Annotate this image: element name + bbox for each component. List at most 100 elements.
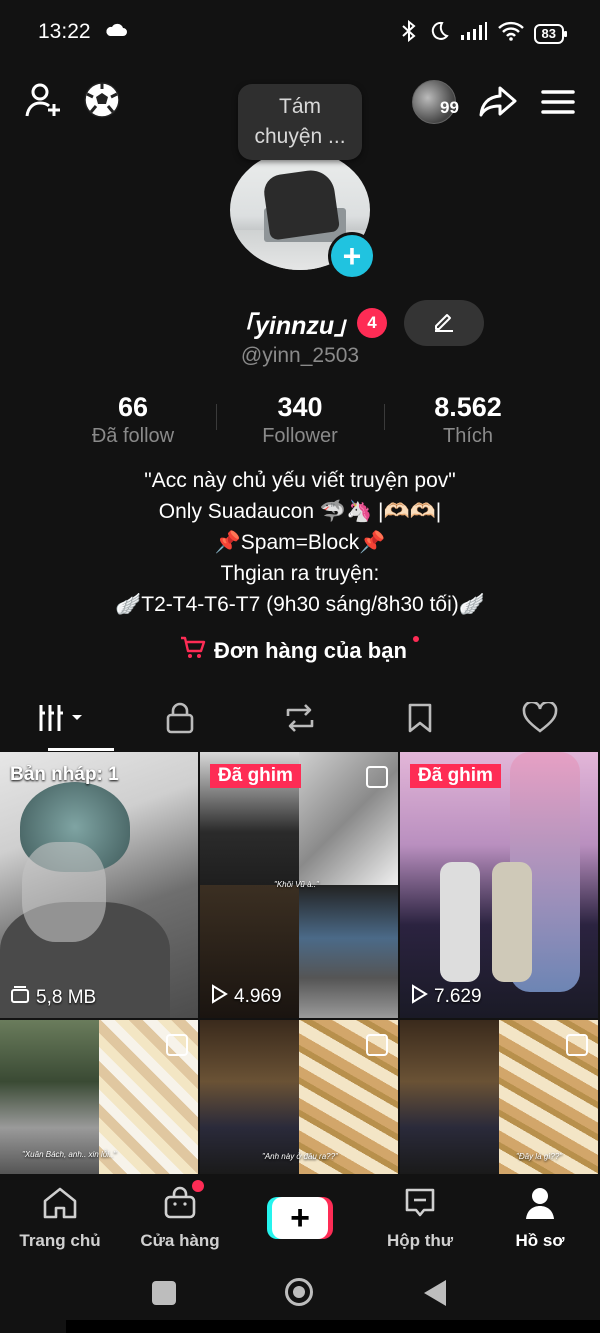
followers-label: Follower xyxy=(262,425,338,447)
home-button[interactable] xyxy=(285,1278,313,1306)
display-name: 「yinnzu」 xyxy=(230,312,360,340)
stat-followers[interactable]: 340 Follower xyxy=(220,392,380,448)
following-label: Đã follow xyxy=(91,425,175,447)
play-icon xyxy=(410,984,428,1010)
nav-create[interactable]: + xyxy=(240,1174,360,1262)
multi-photo-icon xyxy=(166,1034,188,1056)
status-icons: 83 xyxy=(400,19,568,47)
bottom-strip xyxy=(66,1320,600,1333)
draft-size-text: 5,8 MB xyxy=(36,987,97,1008)
note-line2: chuyện ... xyxy=(254,125,346,148)
followers-count: 340 xyxy=(277,392,323,422)
likes-label: Thích xyxy=(442,425,494,447)
view-count-text: 7.629 xyxy=(434,986,482,1007)
stat-following[interactable]: 66 Đã follow xyxy=(53,392,213,448)
lock-icon xyxy=(166,702,194,739)
grid-icon xyxy=(37,703,83,738)
orders-link[interactable]: Đơn hàng của bạn xyxy=(180,636,407,665)
edit-profile-button[interactable] xyxy=(404,300,484,346)
bio-line: Thgian ra truyện: xyxy=(220,562,380,585)
orders-dot xyxy=(413,636,419,642)
draft-label: Bản nháp: 1 xyxy=(10,764,119,785)
likes-count: 8.562 xyxy=(434,392,502,422)
note-bubble[interactable]: Tám chuyện ... xyxy=(238,84,362,160)
menu-icon[interactable] xyxy=(536,80,580,124)
following-count: 66 xyxy=(117,392,149,422)
tab-saved[interactable] xyxy=(360,690,480,750)
create-button[interactable]: + xyxy=(267,1197,333,1239)
bio-line: "Acc này chủ yếu viết truyện pov" xyxy=(144,469,456,492)
battery-icon: 83 xyxy=(533,23,568,44)
nav-shop-label: Cửa hàng xyxy=(140,1230,220,1250)
view-count-text: 4.969 xyxy=(234,986,282,1007)
nav-profile-label: Hồ sơ xyxy=(515,1230,565,1250)
nav-home-label: Trang chủ xyxy=(19,1230,101,1250)
tab-liked[interactable] xyxy=(480,690,600,750)
multi-photo-icon xyxy=(566,1034,588,1056)
pinned-tag: Đã ghim xyxy=(210,764,301,788)
moon-icon xyxy=(428,20,450,47)
shopping-bag-icon xyxy=(163,1186,197,1225)
inbox-icon xyxy=(403,1186,437,1225)
pinned-tag: Đã ghim xyxy=(410,764,501,788)
stat-divider xyxy=(216,404,217,430)
tab-private[interactable] xyxy=(120,690,240,750)
bio-line: 🪽T2-T4-T6-T7 (9h30 sáng/8h30 tối)🪽 xyxy=(115,593,485,616)
plus-icon: + xyxy=(272,1197,328,1239)
stat-divider xyxy=(384,404,385,430)
pinned-video-tile[interactable]: Đã ghim 7.629 xyxy=(400,752,598,1018)
add-avatar-icon[interactable]: + xyxy=(328,232,376,280)
bottom-nav: Trang chủ Cửa hàng + Hộp thư Hồ sơ xyxy=(0,1174,600,1262)
shop-notification-dot xyxy=(192,1180,204,1192)
view-count: 7.629 xyxy=(410,984,482,1010)
view-count: 4.969 xyxy=(210,984,282,1010)
draft-video-tile[interactable]: Bản nháp: 1 5,8 MB xyxy=(0,752,198,1018)
username: @yinn_2503 xyxy=(240,344,360,367)
pinned-video-tile[interactable]: "Khôi Vũ à.." Đã ghim 4.969 xyxy=(200,752,398,1018)
multi-photo-icon xyxy=(366,1034,388,1056)
wifi-icon xyxy=(497,21,524,46)
heart-icon xyxy=(522,700,558,739)
bio-line: 📌Spam=Block📌 xyxy=(214,531,386,554)
cloud-icon xyxy=(104,22,128,43)
soccer-ball-icon[interactable] xyxy=(82,80,122,120)
bio-line: Only Suadaucon 🦈🦄 |🫶🏻🫶🏻| xyxy=(158,500,442,523)
share-icon[interactable] xyxy=(476,80,520,124)
signal-icon xyxy=(460,21,488,46)
notification-badge[interactable]: 4 xyxy=(357,308,387,338)
nav-home[interactable]: Trang chủ xyxy=(0,1174,120,1262)
profile-icon xyxy=(523,1186,557,1225)
video-grid: Bản nháp: 1 5,8 MB "Khôi Vũ à.." Đã ghim… xyxy=(0,752,600,1174)
tab-videos[interactable] xyxy=(0,690,120,750)
video-caption: "Đây là gì??" xyxy=(516,1152,563,1161)
video-tile[interactable]: "Đây là gì??" xyxy=(400,1020,598,1174)
nav-shop[interactable]: Cửa hàng xyxy=(120,1174,240,1262)
nav-inbox-label: Hộp thư xyxy=(386,1230,454,1250)
bio: "Acc này chủ yếu viết truyện pov" Only S… xyxy=(0,465,600,620)
bluetooth-icon xyxy=(400,19,418,47)
video-tile[interactable]: "Xuân Bách, anh.. xin lỗi.." xyxy=(0,1020,198,1174)
tab-indicator xyxy=(48,748,114,751)
bookmark-icon xyxy=(407,702,433,739)
stat-likes[interactable]: 8.562 Thích xyxy=(388,392,548,448)
video-caption: "Khôi Vũ à.." xyxy=(274,880,319,889)
play-icon xyxy=(210,984,228,1010)
back-button[interactable] xyxy=(424,1280,446,1306)
video-tile[interactable]: "Anh này ở đâu ra??" xyxy=(200,1020,398,1174)
tab-reposts[interactable] xyxy=(240,690,360,750)
home-icon xyxy=(42,1186,78,1225)
story-count: 99 xyxy=(440,98,459,117)
cart-icon xyxy=(180,636,206,665)
draft-size: 5,8 MB xyxy=(10,986,96,1010)
repost-icon xyxy=(282,702,318,739)
status-time: 13:22 xyxy=(38,20,91,43)
add-friend-icon[interactable] xyxy=(22,78,66,122)
nav-inbox[interactable]: Hộp thư xyxy=(360,1174,480,1262)
nav-profile[interactable]: Hồ sơ xyxy=(480,1174,600,1262)
video-caption: "Xuân Bách, anh.. xin lỗi.." xyxy=(22,1150,117,1159)
video-caption: "Anh này ở đâu ra??" xyxy=(262,1152,338,1161)
draft-icon xyxy=(10,986,30,1010)
content-tabs xyxy=(0,690,600,750)
recents-button[interactable] xyxy=(152,1281,176,1305)
multi-photo-icon xyxy=(366,766,388,788)
